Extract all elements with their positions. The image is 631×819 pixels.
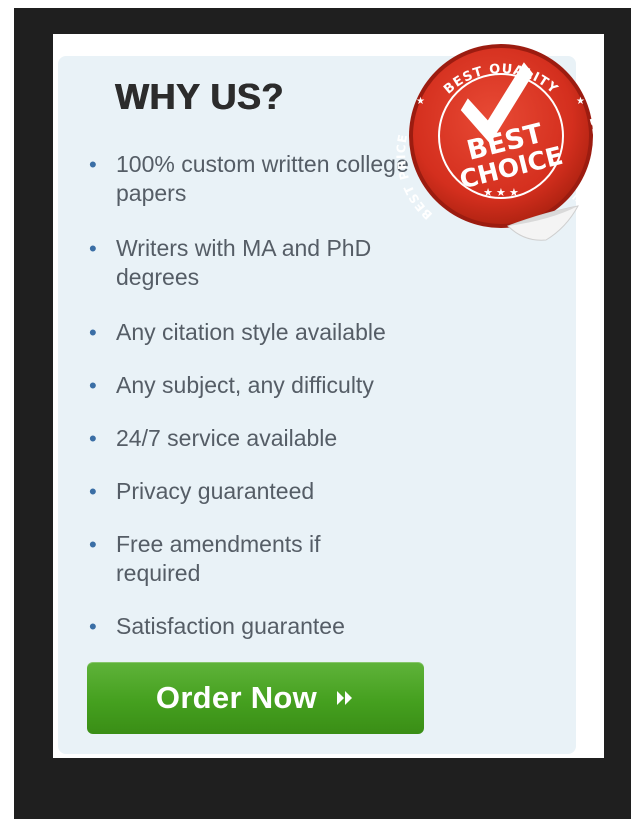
- svg-text:★: ★: [416, 96, 425, 107]
- bullet-icon: •: [89, 236, 97, 261]
- bullet-icon: •: [89, 479, 97, 504]
- feature-item: • Writers with MA and PhD degrees: [86, 234, 446, 292]
- bullet-icon: •: [89, 614, 97, 639]
- feature-text: Privacy guaranteed: [116, 478, 315, 504]
- order-now-label: Order Now: [155, 680, 318, 715]
- feature-item: • 24/7 service available: [86, 424, 456, 453]
- bullet-icon: •: [89, 152, 97, 177]
- feature-text: Any subject, any difficulty: [116, 372, 374, 398]
- feature-text: Satisfaction guarantee: [116, 613, 345, 639]
- feature-text: 24/7 service available: [116, 425, 338, 451]
- stars-icon: ★ ★ ★: [483, 187, 519, 199]
- bullet-icon: •: [89, 320, 97, 345]
- bullet-icon: •: [89, 426, 97, 451]
- feature-item: • 100% custom written college papers: [86, 150, 416, 208]
- feature-item: • Privacy guaranteed: [86, 477, 456, 506]
- card-title: WHY US?: [115, 76, 284, 117]
- feature-item: • Free amendments if required: [86, 530, 406, 588]
- bullet-icon: •: [89, 373, 97, 398]
- feature-item: • Any subject, any difficulty: [86, 371, 456, 400]
- double-chevron-right-icon: [335, 690, 355, 706]
- order-now-button[interactable]: Order Now: [87, 662, 424, 734]
- feature-item: • Satisfaction guarantee: [86, 612, 456, 641]
- feature-text: Writers with MA and PhD degrees: [116, 235, 372, 290]
- feature-text: Any citation style available: [116, 319, 386, 345]
- svg-text:★: ★: [576, 96, 585, 107]
- feature-text: 100% custom written college papers: [116, 151, 409, 206]
- best-choice-badge: BEST QUALITY BEST PRICE BEST PRICE ★ ★ B…: [396, 44, 604, 241]
- feature-text: Free amendments if required: [116, 531, 321, 586]
- feature-item: • Any citation style available: [86, 318, 456, 347]
- bullet-icon: •: [89, 532, 97, 557]
